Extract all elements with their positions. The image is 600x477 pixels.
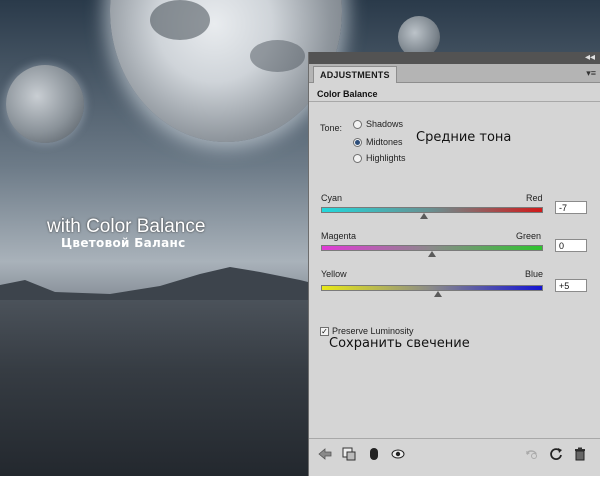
- panel-top-bar: ◂◂: [309, 52, 600, 64]
- caption-english: with Color Balance: [47, 216, 206, 237]
- annotation-midtones-ru: Средние тона: [416, 130, 512, 145]
- annotation-preserve-ru: Сохранить свечение: [329, 336, 470, 351]
- visibility-eye-icon[interactable]: [391, 447, 405, 461]
- slider-magenta-label: Magenta: [321, 231, 357, 241]
- reset-icon[interactable]: [549, 447, 563, 461]
- radio-shadows[interactable]: Shadows: [353, 118, 403, 130]
- divider: [309, 101, 600, 102]
- slider-yellow-blue-thumb[interactable]: [433, 291, 442, 297]
- panel-bottom-bar: [309, 438, 600, 477]
- preserve-luminosity-checkbox-row[interactable]: ✓ Preserve Luminosity: [320, 326, 414, 336]
- yellow-blue-value-field[interactable]: +5: [555, 279, 587, 292]
- slider-yellow-blue-track[interactable]: [321, 285, 543, 291]
- left-moon: [6, 65, 84, 143]
- panel-tab-bar: ADJUSTMENTS ▾≡: [309, 64, 600, 83]
- tone-label: Tone:: [320, 123, 343, 133]
- radio-midtones-label: Midtones: [366, 137, 403, 147]
- preserve-luminosity-checkbox[interactable]: ✓: [320, 326, 329, 336]
- slider-yellow-label: Yellow: [321, 269, 347, 279]
- magenta-green-value-field[interactable]: 0: [555, 239, 587, 252]
- trash-icon[interactable]: [573, 447, 587, 461]
- clip-to-layer-icon[interactable]: [342, 447, 356, 461]
- slider-cyan-red-track[interactable]: [321, 207, 543, 213]
- back-arrow-icon[interactable]: [318, 447, 332, 461]
- radio-highlights[interactable]: Highlights: [353, 152, 406, 164]
- cyan-red-value-field[interactable]: -7: [555, 201, 587, 214]
- radio-midtones-indicator[interactable]: [353, 137, 362, 147]
- adjustments-panel: ◂◂ ADJUSTMENTS ▾≡ Color Balance Tone: Sh…: [308, 52, 600, 476]
- preserve-luminosity-label: Preserve Luminosity: [332, 326, 414, 336]
- radio-highlights-label: Highlights: [366, 153, 406, 163]
- mask-icon[interactable]: [367, 447, 381, 461]
- slider-green-label: Green: [516, 231, 542, 241]
- slider-red-label: Red: [526, 193, 543, 203]
- caption-russian: Цветовой Баланс: [61, 236, 186, 250]
- previous-state-icon[interactable]: [525, 447, 539, 461]
- radio-shadows-label: Shadows: [366, 119, 404, 129]
- slider-blue-label: Blue: [525, 269, 544, 279]
- radio-shadows-indicator[interactable]: [353, 119, 362, 129]
- slider-cyan-label: Cyan: [321, 193, 343, 203]
- collapse-panel-icon[interactable]: ◂◂: [585, 52, 595, 64]
- slider-cyan-red-thumb[interactable]: [420, 213, 429, 219]
- panel-title: Color Balance: [317, 89, 378, 99]
- slider-magenta-green-thumb[interactable]: [428, 251, 436, 257]
- radio-midtones[interactable]: Midtones: [353, 136, 403, 148]
- radio-highlights-indicator[interactable]: [353, 153, 362, 163]
- tab-adjustments[interactable]: ADJUSTMENTS: [313, 66, 397, 83]
- panel-menu-icon[interactable]: ▾≡: [586, 67, 596, 79]
